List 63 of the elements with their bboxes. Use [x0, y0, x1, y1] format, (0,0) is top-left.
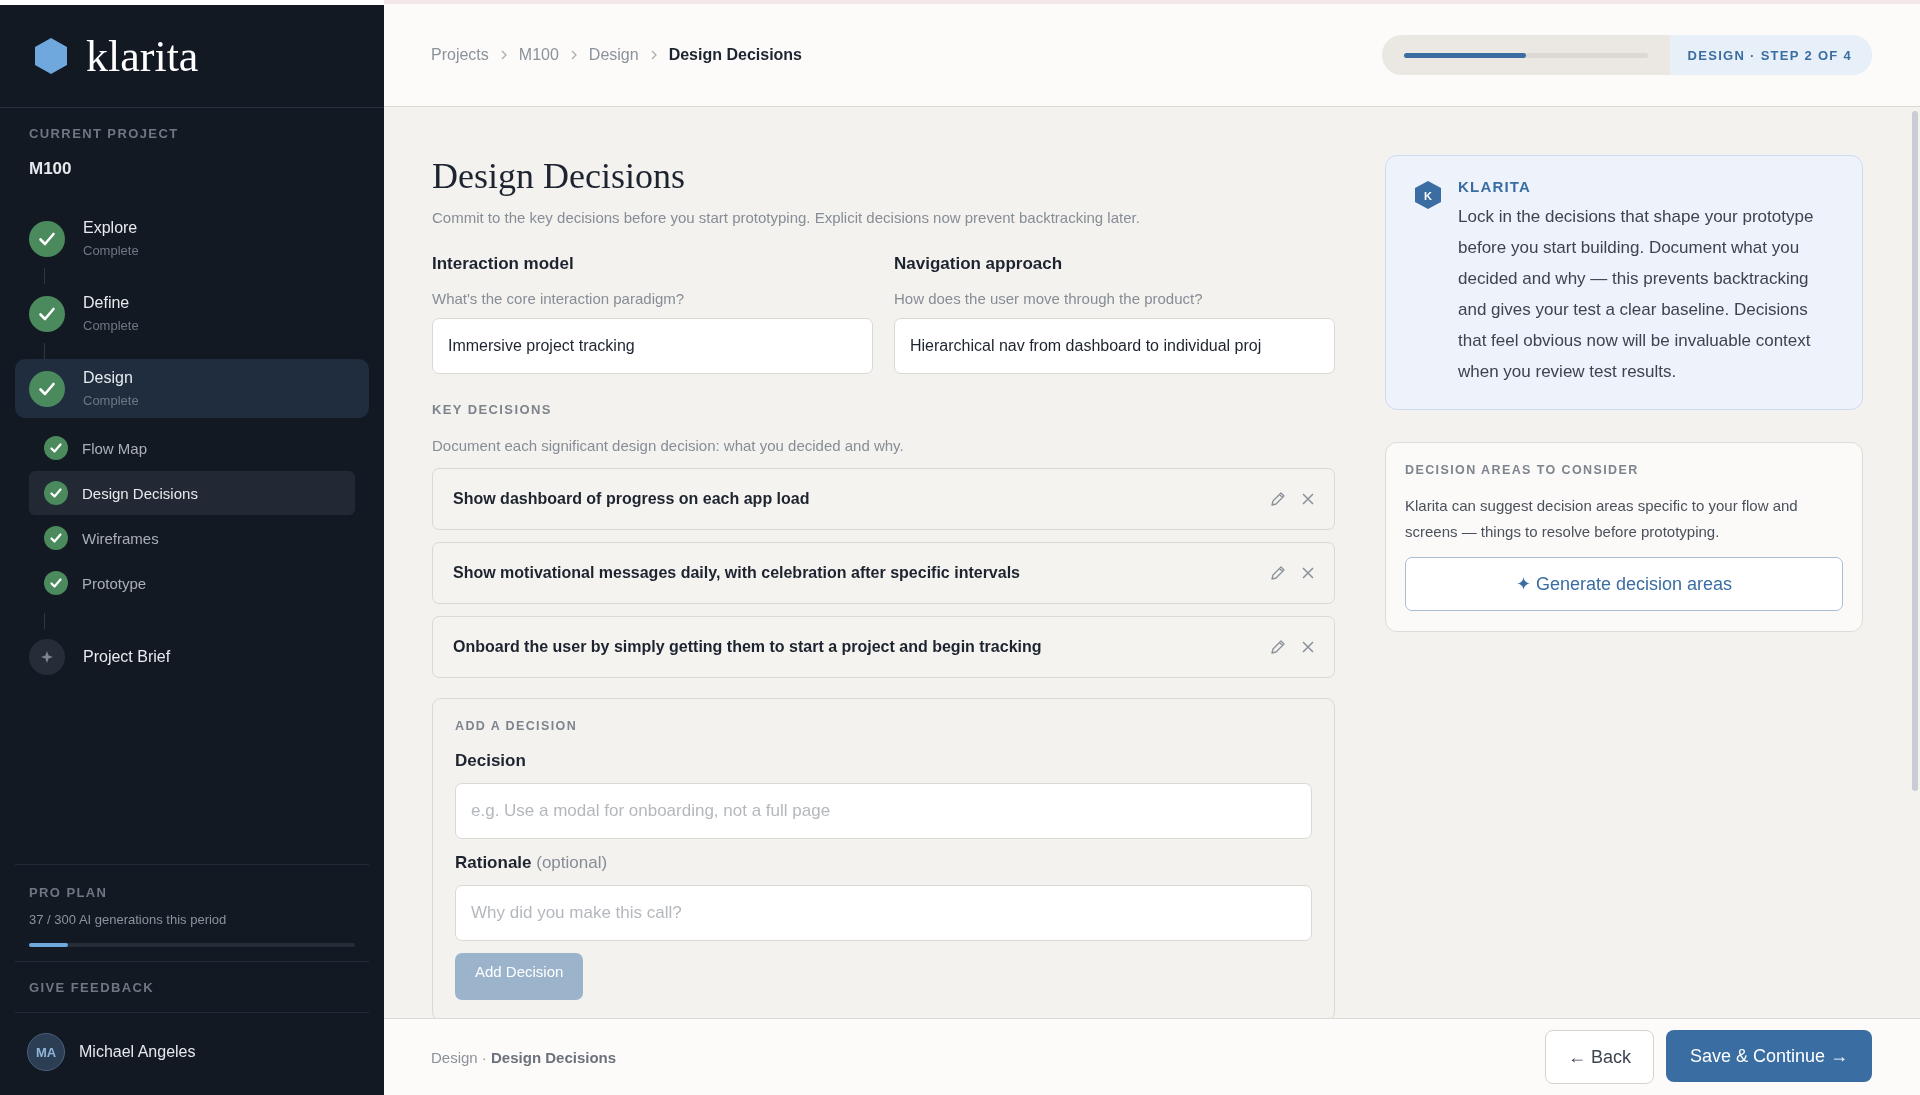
rationale-field[interactable]: Why did you make this call? — [455, 885, 1312, 941]
substep-item[interactable]: Prototype — [29, 561, 355, 605]
panel-heading: ADD A DECISION — [455, 719, 579, 733]
substep-item[interactable]: Flow Map — [29, 426, 355, 470]
user-avatar[interactable]: MA — [27, 1033, 65, 1071]
plan-label: PRO PLAN — [29, 885, 109, 900]
page-title: Design Decisions — [432, 155, 686, 197]
chevron-icon — [500, 50, 507, 60]
check-icon — [29, 370, 65, 407]
edit-icon[interactable] — [1270, 491, 1286, 507]
footer-breadcrumb: Design · Design Decisions — [431, 1048, 617, 1066]
page-subtitle: Commit to the key decisions before you start prototyping. Explicit decisions now prevent backtracking later. — [432, 209, 1141, 226]
text-field[interactable]: Hierarchical nav from dashboard to individual proj — [894, 318, 1335, 374]
back-button[interactable]: ← Back — [1544, 1030, 1654, 1084]
decision-text: Onboard the user by simply getting them to start a project and begin tracking — [453, 638, 1043, 656]
step-item[interactable]: Project Brief — [15, 629, 369, 685]
field-label: Navigation approach — [894, 254, 1064, 274]
substep-item[interactable]: Design Decisions — [29, 471, 355, 515]
edit-icon[interactable] — [1270, 639, 1286, 655]
chevron-icon — [570, 50, 577, 60]
assistant-message: Lock in the decisions that shape your prototype before you start building. Document what you decided and why — this prevents backtracking and gives your test a clear baseline. Decisions that feel obvious now will be invaluable context when you review test results. — [1458, 206, 1815, 383]
edit-icon[interactable] — [1270, 565, 1286, 581]
sparkle-icon — [29, 639, 65, 675]
check-icon — [44, 571, 68, 595]
field-label: Rationale (optional) — [455, 853, 609, 873]
section-heading: KEY DECISIONS — [432, 402, 553, 417]
user-name: Michael Angeles — [79, 1043, 196, 1061]
check-icon — [44, 526, 68, 550]
current-project-label: CURRENT PROJECT — [29, 126, 180, 141]
check-icon — [44, 481, 68, 505]
field-label: Interaction model — [432, 254, 575, 274]
save-continue-button[interactable]: Save & Continue → — [1665, 1030, 1872, 1082]
decision-text: Show dashboard of progress on each app load — [453, 490, 811, 508]
field-hint: How does the user move through the product? — [894, 290, 1204, 307]
substep-item[interactable]: Wireframes — [29, 516, 355, 560]
usage-text: 37 / 300 AI generations this period — [29, 912, 228, 927]
check-icon — [29, 220, 65, 257]
close-icon[interactable] — [1302, 493, 1314, 505]
step-item[interactable]: Explore Complete — [15, 209, 369, 268]
text-field[interactable]: Immersive project tracking — [432, 318, 873, 374]
close-icon[interactable] — [1302, 567, 1314, 579]
hexagon-avatar-icon: K — [1414, 180, 1442, 210]
scrollbar[interactable] — [1912, 111, 1918, 791]
card-description: Klarita can suggest decision areas specific to your flow and screens — things to resolve before prototyping. — [1405, 496, 1799, 542]
generate-button[interactable]: ✦ Generate decision areas — [1405, 557, 1843, 611]
assistant-name: KLARITA — [1458, 178, 1533, 195]
field-label: Decision — [455, 751, 527, 771]
step-item[interactable]: Define Complete — [15, 284, 369, 343]
logo-text: klarita — [86, 30, 199, 82]
decision-field[interactable]: e.g. Use a modal for onboarding, not a full page — [455, 783, 1312, 839]
hexagon-logo-icon — [34, 37, 68, 75]
step-item[interactable]: Design Complete — [15, 359, 369, 418]
check-icon — [44, 436, 68, 460]
card-heading: DECISION AREAS TO CONSIDER — [1405, 463, 1640, 477]
step-label: DESIGN · STEP 2 OF 4 — [1669, 35, 1872, 75]
section-description: Document each significant design decision: what you decided and why. — [432, 437, 905, 454]
close-icon[interactable] — [1302, 641, 1314, 653]
field-hint: What's the core interaction paradigm? — [432, 290, 686, 307]
check-icon — [29, 295, 65, 332]
chevron-icon — [650, 50, 657, 60]
feedback-link[interactable]: GIVE FEEDBACK — [29, 980, 155, 995]
project-name: M100 — [29, 159, 73, 179]
decision-text: Show motivational messages daily, with celebration after specific intervals — [453, 564, 1021, 582]
